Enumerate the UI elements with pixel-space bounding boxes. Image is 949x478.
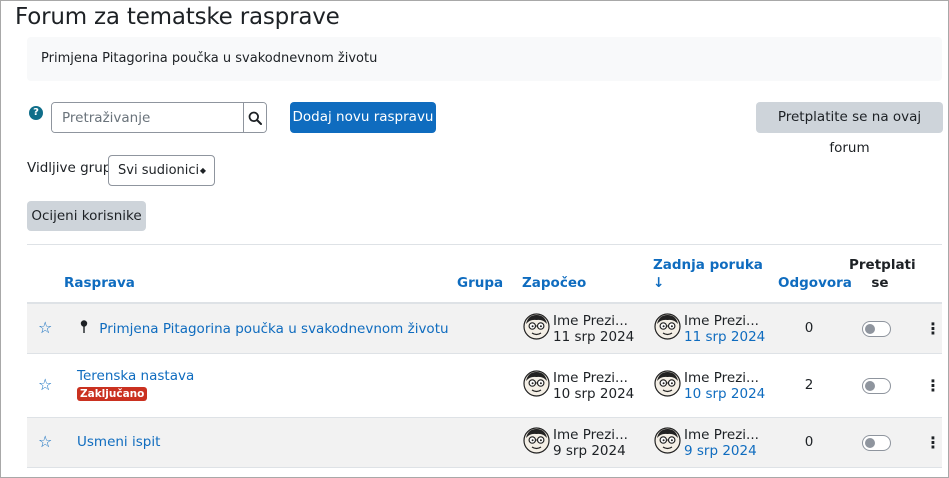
discussion-cell: Primjena Pitagorina poučka u svakodnevno…	[79, 319, 449, 337]
subscribe-forum-button[interactable]: Pretplatite se na ovaj forum	[756, 102, 943, 156]
column-header-subscribe-line1: Pretplati	[849, 257, 916, 273]
discussion-cell: Usmeni ispit	[77, 434, 160, 450]
discussion-title-link[interactable]: Usmeni ispit	[77, 434, 160, 450]
user-avatar	[523, 312, 550, 340]
search-input[interactable]	[52, 103, 243, 132]
user-avatar	[654, 312, 681, 340]
toggle-knob	[865, 323, 875, 334]
locked-badge: Zaključano	[77, 387, 148, 401]
add-discussion-button[interactable]: Dodaj novu raspravu	[290, 102, 436, 133]
last-post-date-link[interactable]: 9 srp 2024	[684, 443, 759, 459]
last-post-date-link[interactable]: 11 srp 2024	[684, 329, 765, 345]
star-icon[interactable]: ☆	[38, 375, 52, 394]
divider	[27, 244, 942, 245]
last-post-author[interactable]: Ime Prezi...	[684, 313, 765, 329]
pin-icon	[80, 319, 88, 333]
more-actions-icon[interactable]: ⋮	[925, 376, 941, 395]
select-caret-icon: ◆	[199, 166, 206, 175]
row-divider	[27, 353, 942, 354]
sort-desc-icon: ↓	[653, 275, 665, 291]
last-post-cell: Ime Prezi... 11 srp 2024	[654, 313, 765, 345]
star-icon[interactable]: ☆	[38, 432, 52, 451]
page-title: Forum za tematske rasprave	[15, 4, 340, 30]
started-date: 9 srp 2024	[553, 442, 626, 459]
replies-count[interactable]: 0	[799, 434, 819, 450]
started-by-name[interactable]: Ime Prezi...	[553, 370, 634, 386]
last-post-date-link[interactable]: 10 srp 2024	[684, 386, 765, 402]
user-avatar	[654, 369, 681, 397]
star-icon[interactable]: ☆	[38, 318, 52, 337]
started-date: 11 srp 2024	[553, 328, 635, 345]
last-post-cell: Ime Prezi... 10 srp 2024	[654, 370, 765, 402]
subscribe-toggle[interactable]	[862, 320, 891, 337]
more-actions-icon[interactable]: ⋮	[925, 433, 941, 452]
grade-users-button[interactable]: Ocijeni korisnike	[27, 201, 146, 231]
last-post-author[interactable]: Ime Prezi...	[684, 370, 765, 386]
discussion-title-link[interactable]: Terenska nastava	[77, 368, 194, 384]
last-post-cell: Ime Prezi... 9 srp 2024	[654, 427, 759, 459]
search-button[interactable]	[243, 103, 266, 132]
visible-groups-select[interactable]: Svi sudionici ◆	[108, 155, 215, 186]
discussion-cell: Terenska nastava Zaključano	[77, 368, 194, 401]
visible-groups-value: Svi sudionici	[118, 163, 200, 178]
started-by-cell: Ime Prezi... 10 srp 2024	[523, 370, 634, 402]
forum-intro: Primjena Pitagorina poučka u svakodnevno…	[27, 37, 942, 81]
search-icon	[248, 111, 262, 125]
started-by-name[interactable]: Ime Prezi...	[553, 313, 634, 329]
more-actions-icon[interactable]: ⋮	[925, 319, 941, 338]
column-header-discussion[interactable]: Rasprava	[64, 275, 135, 291]
toggle-knob	[865, 380, 875, 391]
started-date: 10 srp 2024	[553, 385, 635, 402]
visible-groups-label: Vidljive grupe	[27, 160, 120, 176]
row-divider	[27, 467, 942, 468]
search-box	[51, 102, 267, 133]
column-header-last-post-label: Zadnja poruka	[653, 257, 763, 273]
forum-page: Forum za tematske rasprave Primjena Pita…	[0, 0, 949, 478]
user-avatar	[523, 369, 550, 397]
user-avatar	[654, 426, 681, 454]
replies-count[interactable]: 0	[799, 320, 819, 336]
toggle-knob	[865, 437, 875, 448]
help-icon[interactable]: ?	[29, 106, 43, 120]
started-by-cell: Ime Prezi... 11 srp 2024	[523, 313, 634, 345]
column-header-last-post[interactable]: Zadnja poruka ↓	[653, 257, 763, 291]
column-header-subscribe-line2: se	[871, 275, 889, 291]
user-avatar	[523, 426, 550, 454]
column-header-group[interactable]: Grupa	[457, 275, 503, 291]
discussion-title-link[interactable]: Primjena Pitagorina poučka u svakodnevno…	[99, 321, 448, 337]
column-header-started[interactable]: Započeo	[522, 275, 586, 291]
replies-count[interactable]: 2	[799, 377, 819, 393]
subscribe-toggle[interactable]	[862, 434, 891, 451]
started-by-name[interactable]: Ime Prezi...	[553, 427, 628, 443]
column-header-subscribe: Pretplati se	[849, 257, 916, 291]
column-header-replies[interactable]: Odgovora	[778, 275, 852, 291]
subscribe-toggle[interactable]	[862, 377, 891, 394]
last-post-author[interactable]: Ime Prezi...	[684, 427, 759, 443]
started-by-cell: Ime Prezi... 9 srp 2024	[523, 427, 628, 459]
